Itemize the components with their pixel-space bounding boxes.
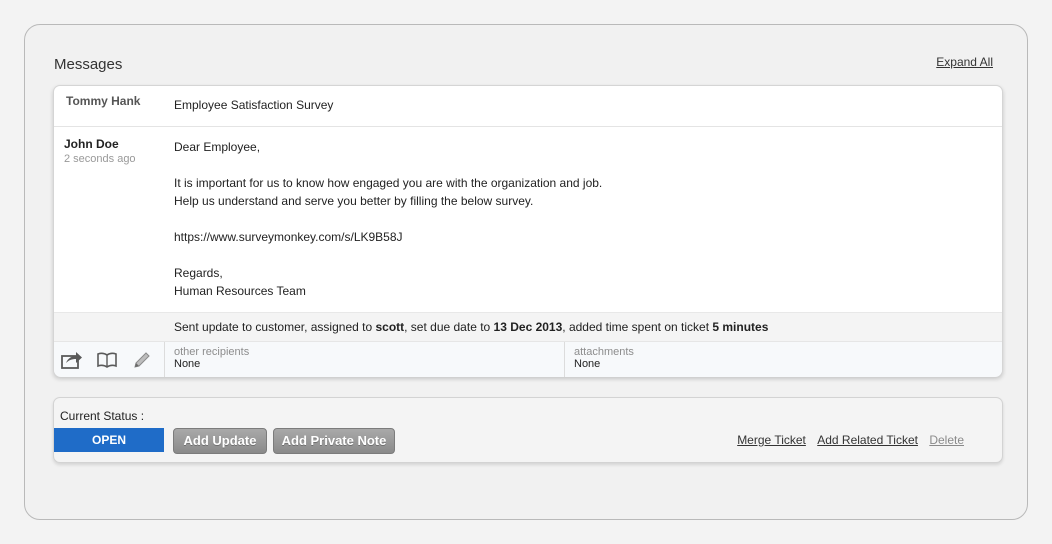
messages-title: Messages bbox=[54, 56, 123, 73]
body-line bbox=[174, 210, 602, 228]
body-line: Help us understand and serve you better … bbox=[174, 194, 534, 208]
body-line: Dear Employee, bbox=[174, 140, 261, 154]
attachments-label: attachments bbox=[574, 346, 634, 358]
divider bbox=[564, 342, 565, 377]
messages-panel: Messages Expand All Tommy Hank Employee … bbox=[24, 24, 1028, 520]
attachments-value: None bbox=[574, 358, 601, 370]
pencil-icon[interactable] bbox=[131, 350, 153, 370]
message-expanded: John Doe 2 seconds ago Dear Employee, It… bbox=[54, 126, 1002, 312]
message-author: Tommy Hank bbox=[66, 94, 141, 108]
message-actions bbox=[54, 342, 165, 377]
ticket-actions: Merge Ticket Add Related Ticket Delete bbox=[729, 433, 964, 447]
attachments-field: attachments None bbox=[574, 346, 634, 370]
time-spent: 5 minutes bbox=[712, 320, 769, 334]
add-related-ticket-link[interactable]: Add Related Ticket bbox=[817, 433, 918, 447]
body-line: Human Resources Team bbox=[174, 284, 306, 298]
merge-ticket-link[interactable]: Merge Ticket bbox=[737, 433, 806, 447]
message-collapsed[interactable]: Tommy Hank Employee Satisfaction Survey bbox=[54, 86, 1002, 127]
body-line: Regards, bbox=[174, 266, 223, 280]
message-body: Dear Employee, It is important for us to… bbox=[174, 138, 602, 300]
message-thread: Tommy Hank Employee Satisfaction Survey … bbox=[53, 85, 1003, 377]
forward-icon[interactable] bbox=[61, 350, 83, 370]
assignee-name: scott bbox=[375, 320, 405, 334]
message-author: John Doe bbox=[64, 137, 119, 151]
other-recipients-field: other recipients None bbox=[174, 346, 249, 370]
due-date: 13 Dec 2013 bbox=[493, 320, 563, 334]
delete-link[interactable]: Delete bbox=[929, 433, 964, 447]
status-panel: Current Status : OPEN Add Update Add Pri… bbox=[53, 397, 1003, 463]
body-line: It is important for us to know how engag… bbox=[174, 176, 603, 190]
activity-log: Sent update to customer, assigned to sco… bbox=[54, 312, 1002, 342]
message-timestamp: 2 seconds ago bbox=[64, 153, 136, 165]
current-status-label: Current Status : bbox=[60, 409, 145, 423]
message-subject: Employee Satisfaction Survey bbox=[174, 98, 334, 112]
add-update-button[interactable]: Add Update bbox=[173, 428, 267, 454]
activity-text: Sent update to customer, assigned to sco… bbox=[174, 320, 769, 334]
body-line bbox=[174, 156, 602, 174]
other-recipients-label: other recipients bbox=[174, 346, 250, 358]
other-recipients-value: None bbox=[174, 358, 201, 370]
add-private-note-button[interactable]: Add Private Note bbox=[273, 428, 395, 454]
status-badge: OPEN bbox=[54, 428, 164, 452]
message-footer: other recipients None attachments None bbox=[54, 341, 1002, 377]
body-line bbox=[174, 246, 602, 264]
body-line: https://www.surveymonkey.com/s/LK9B58J bbox=[174, 230, 403, 244]
expand-all-link[interactable]: Expand All bbox=[936, 55, 993, 69]
book-icon[interactable] bbox=[96, 350, 118, 370]
